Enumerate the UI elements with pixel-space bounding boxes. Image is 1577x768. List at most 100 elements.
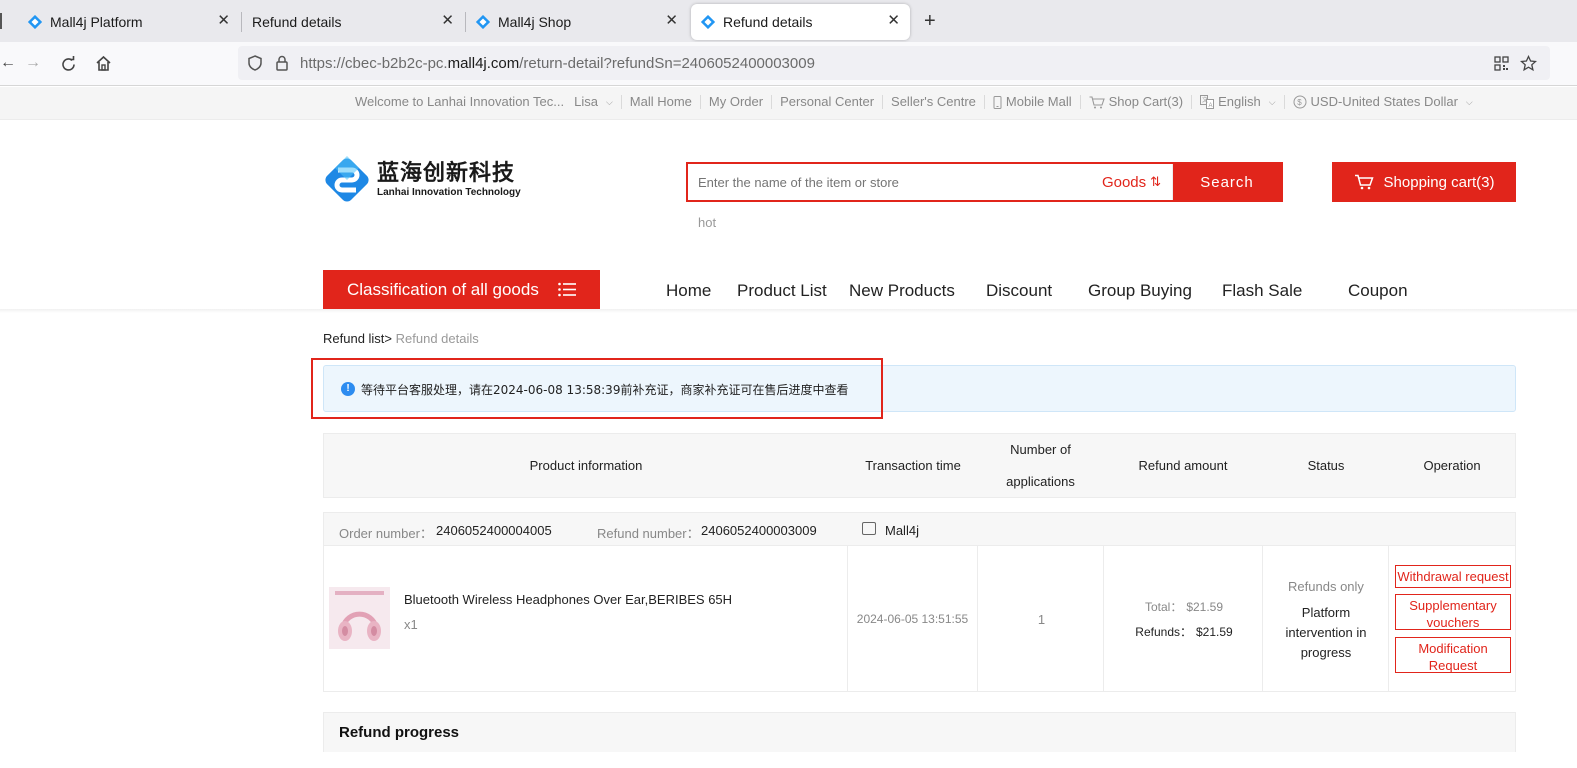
url-text[interactable]: https://cbec-b2b2c-pc.mall4j.com/return-… xyxy=(300,55,815,72)
store-icon xyxy=(862,522,876,535)
link-my-order[interactable]: My Order xyxy=(701,95,773,109)
total-amount: Total： $21.59 xyxy=(1105,598,1263,615)
nav-divider xyxy=(0,309,1577,313)
qr-code-icon[interactable] xyxy=(1494,56,1509,71)
product-thumbnail[interactable] xyxy=(329,587,390,649)
supp-line-1: Supplementary xyxy=(1409,598,1497,613)
bookmark-star-icon[interactable] xyxy=(1520,55,1537,72)
refund-status: Platform intervention in progress xyxy=(1264,603,1388,663)
logo-english-text: Lanhai Innovation Technology xyxy=(377,187,521,198)
modification-request-button[interactable]: Modification Request xyxy=(1395,637,1511,673)
header-number-of-applications: Number of applications xyxy=(978,434,1103,497)
order-info-bar: Order number： 2406052400004005 Refund nu… xyxy=(323,512,1516,546)
browser-tab-bar: Mall4j Platform ✕ Refund details ✕ Mall4… xyxy=(0,0,1577,42)
browser-tab-4-active[interactable]: Refund details ✕ xyxy=(691,4,910,40)
total-value: $21.59 xyxy=(1186,600,1224,614)
tab-title: Refund details xyxy=(252,14,342,30)
close-tab-icon[interactable]: ✕ xyxy=(665,13,678,28)
user-name[interactable]: Lisa xyxy=(574,95,598,109)
shield-icon[interactable] xyxy=(247,55,263,71)
site-logo[interactable]: 蓝海创新科技 Lanhai Innovation Technology xyxy=(322,155,521,205)
shopping-cart-button[interactable]: Shopping cart(3) xyxy=(1332,162,1516,202)
welcome-user[interactable]: Welcome to Lanhai Innovation Tec... Lisa… xyxy=(355,95,622,109)
link-personal-center[interactable]: Personal Center xyxy=(772,95,884,109)
nav-home[interactable]: Home xyxy=(666,281,711,301)
close-tab-icon[interactable]: ✕ xyxy=(217,13,230,28)
search-type-label: Goods xyxy=(1101,173,1147,191)
mall4j-favicon-icon xyxy=(28,15,42,29)
header-operation: Operation xyxy=(1423,457,1481,473)
withdrawal-request-button[interactable]: Withdrawal request xyxy=(1395,565,1511,588)
tab-title: Mall4j Shop xyxy=(498,14,572,30)
search-input[interactable] xyxy=(688,164,1091,200)
product-name[interactable]: Bluetooth Wireless Headphones Over Ear,B… xyxy=(404,592,732,607)
browser-tab-2[interactable]: Refund details ✕ xyxy=(252,4,464,40)
mobile-phone-icon xyxy=(993,95,1002,109)
breadcrumb-refund-list[interactable]: Refund list xyxy=(323,331,384,346)
status-line-3: progress xyxy=(1300,645,1352,660)
currency-label: USD-United States Dollar xyxy=(1310,94,1458,109)
total-label: Total： xyxy=(1144,600,1183,614)
close-tab-icon[interactable]: ✕ xyxy=(441,13,454,28)
nav-product-list[interactable]: Product List xyxy=(737,281,827,301)
mod-line-1: Modification xyxy=(1418,641,1488,656)
tab-title: Mall4j Platform xyxy=(50,14,143,30)
refund-table-header: Product information Transaction time Num… xyxy=(323,433,1516,498)
translate-icon: 文A xyxy=(1200,95,1215,109)
tab-title: Refund details xyxy=(723,14,813,30)
nav-group-buying[interactable]: Group Buying xyxy=(1088,281,1192,301)
chevron-down-icon: ⌵ xyxy=(605,97,613,107)
welcome-text: Welcome to Lanhai Innovation Tec... xyxy=(355,94,565,109)
link-sellers-centre[interactable]: Seller's Centre xyxy=(883,95,985,109)
highlight-annotation-box xyxy=(311,358,883,419)
tab-separator xyxy=(465,12,466,32)
chevron-down-icon: ⌵ xyxy=(1465,97,1473,107)
mod-line-2: Request xyxy=(1428,658,1478,673)
mall4j-favicon-icon xyxy=(476,15,490,29)
refunds-label: Refunds： xyxy=(1135,625,1192,639)
link-mobile-mall[interactable]: Mobile Mall xyxy=(985,95,1081,109)
column-divider xyxy=(977,546,978,691)
browser-tab-3[interactable]: Mall4j Shop ✕ xyxy=(476,4,688,40)
nav-new-products[interactable]: New Products xyxy=(849,281,955,301)
status-line-1: Platform xyxy=(1301,605,1351,620)
store-name[interactable]: Mall4j xyxy=(885,523,919,538)
link-mall-home[interactable]: Mall Home xyxy=(622,95,701,109)
reload-icon[interactable] xyxy=(60,56,77,73)
order-number-label: Order number： xyxy=(339,526,433,541)
all-categories-label: Classification of all goods xyxy=(347,279,539,299)
header-count-line1: Number of xyxy=(1010,441,1071,457)
supp-line-2: vouchers xyxy=(1426,615,1480,630)
browser-tab-1[interactable]: Mall4j Platform ✕ xyxy=(28,4,240,40)
tab-edge xyxy=(0,13,2,29)
language-select[interactable]: 文A English ⌵ xyxy=(1192,95,1285,109)
search-button[interactable]: Search xyxy=(1173,164,1281,200)
svg-text:$: $ xyxy=(1297,98,1302,107)
site-top-bar: Welcome to Lanhai Innovation Tec... Lisa… xyxy=(0,87,1577,120)
forward-icon[interactable]: → xyxy=(25,54,41,72)
cart-icon xyxy=(1089,95,1105,108)
nav-discount[interactable]: Discount xyxy=(986,281,1052,301)
lock-icon[interactable] xyxy=(275,55,289,71)
all-categories-button[interactable]: Classification of all goods xyxy=(323,270,600,309)
url-path: /return-detail?refundSn=2406052400003009 xyxy=(519,55,815,72)
refund-number-label: Refund number： xyxy=(597,526,700,541)
nav-flash-sale[interactable]: Flash Sale xyxy=(1222,281,1302,301)
close-tab-icon[interactable]: ✕ xyxy=(887,13,900,28)
order-number-value: 2406052400004005 xyxy=(436,523,552,538)
refund-progress-title: Refund progress xyxy=(339,724,460,741)
link-shop-cart[interactable]: Shop Cart(3) xyxy=(1081,95,1193,109)
list-menu-icon xyxy=(558,282,576,297)
currency-select[interactable]: $ USD-United States Dollar ⌵ xyxy=(1285,95,1481,109)
svg-text:A: A xyxy=(1209,103,1213,109)
address-bar[interactable]: https://cbec-b2b2c-pc.mall4j.com/return-… xyxy=(238,46,1550,80)
nav-coupon[interactable]: Coupon xyxy=(1348,281,1408,301)
supplementary-vouchers-button[interactable]: Supplementary vouchers xyxy=(1395,594,1511,630)
browser-nav-bar: ← → https://cbec-b2b2c-pc.mall4j.com/ret… xyxy=(0,42,1577,86)
back-icon[interactable]: ← xyxy=(0,54,16,72)
new-tab-icon[interactable]: + xyxy=(924,11,936,31)
search-type-toggle[interactable]: Goods ⇅ xyxy=(1091,164,1173,200)
breadcrumb: Refund list> Refund details xyxy=(323,331,479,346)
column-divider xyxy=(1388,546,1389,691)
home-icon[interactable] xyxy=(95,55,112,72)
